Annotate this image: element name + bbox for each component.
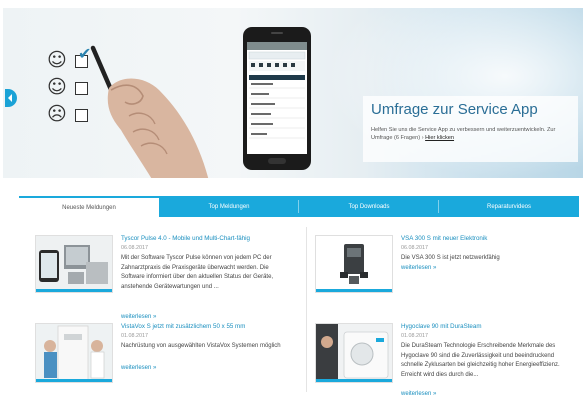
survey-link[interactable]: Hier klicken [425,135,454,141]
survey-title: Umfrage zur Service App [371,101,538,118]
news-title[interactable]: Hygoclave 90 mit DuraSteam [401,323,481,330]
news-date: 01.08.2017 [401,333,428,339]
read-more-link[interactable]: weiterlesen » [121,314,156,320]
column-divider [306,227,307,392]
vsa-thumbnail-image [316,236,392,292]
read-more-link[interactable]: weiterlesen » [121,365,156,371]
news-item: VSA 300 S mit neuer Elektronik 06.08.201… [315,235,575,315]
news-date: 06.08.2017 [121,245,148,251]
thumbnail-accent-bar [36,289,112,292]
tab-top-meldungen[interactable]: Top Meldungen [159,196,299,217]
news-thumbnail[interactable] [315,323,393,383]
page: ☺ ✔ ☺ ☹ Umfrage zur Service App Helfen S… [0,0,585,399]
news-title[interactable]: Tyscor Pulse 4.0 - Mobile und Multi-Char… [121,235,250,242]
tab-reparaturvideos[interactable]: Reparaturvideos [439,196,579,217]
news-thumbnail[interactable] [35,235,113,293]
tyscor-thumbnail-image [36,236,112,292]
vistavox-thumbnail-image [36,324,112,382]
news-item: VistaVox S jetzt mit zusätzlichem 50 x 5… [35,323,295,393]
hero-prev-arrow-icon[interactable] [5,89,17,107]
news-description: Nachrüstung von ausgewählten VistaVox Sy… [121,343,281,349]
news-date: 01.08.2017 [121,333,148,339]
hygoclave-thumbnail-image [316,324,392,382]
survey-text: Helfen Sie uns die Service App zu verbes… [371,126,571,142]
read-more-link[interactable]: weiterlesen » [401,391,436,397]
news-item: Hygoclave 90 mit DuraSteam 01.08.2017 Di… [315,323,575,399]
news-description: Die DuraSteam Technologie Erschreibende … [401,343,560,378]
survey-arrow-icon: › [421,135,424,141]
survey-promo-box: Umfrage zur Service App Helfen Sie uns d… [363,96,578,162]
thumbnail-accent-bar [316,289,392,292]
thumbnail-accent-bar [316,379,392,382]
hero-banner[interactable]: ☺ ✔ ☺ ☹ Umfrage zur Service App Helfen S… [3,8,583,178]
news-title[interactable]: VistaVox S jetzt mit zusätzlichem 50 x 5… [121,323,245,330]
smartphone-mockup [243,27,311,170]
news-description: Mit der Software Tyscor Pulse können von… [121,255,274,290]
sad-face-icon: ☹ [47,103,67,125]
read-more-link[interactable]: weiterlesen » [401,265,436,271]
tab-neueste-meldungen[interactable]: Neueste Meldungen [19,196,159,217]
news-thumbnail[interactable] [315,235,393,293]
news-description: Die VSA 300 S ist jetzt netzwerkfähig [401,255,500,261]
tab-top-downloads[interactable]: Top Downloads [299,196,439,217]
news-date: 06.08.2017 [401,245,428,251]
news-thumbnail[interactable] [35,323,113,383]
news-item: Tyscor Pulse 4.0 - Mobile und Multi-Char… [35,235,295,331]
news-tabs: Neueste Meldungen Top Meldungen Top Down… [19,196,579,217]
neutral-face-icon: ☺ [47,76,67,98]
news-title[interactable]: VSA 300 S mit neuer Elektronik [401,235,487,242]
hand-with-pen-illustration [90,45,209,178]
survey-description: Helfen Sie uns die Service App zu verbes… [371,127,556,141]
thumbnail-accent-bar [36,379,112,382]
happy-face-icon: ☺ [47,49,67,71]
news-content: Tyscor Pulse 4.0 - Mobile und Multi-Char… [19,217,579,399]
